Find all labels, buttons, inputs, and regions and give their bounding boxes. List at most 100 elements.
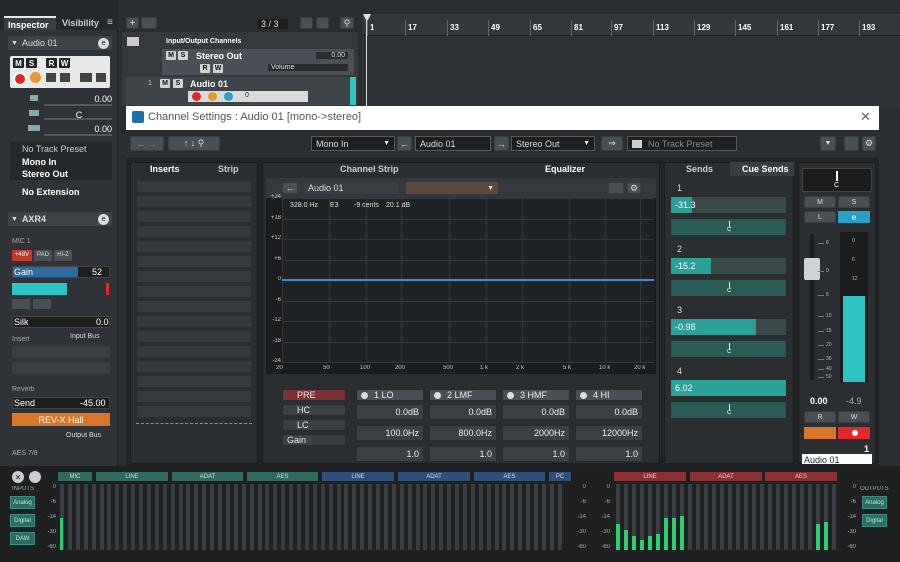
eq-band-q[interactable]: 1.0 [429,446,497,462]
eq-band-header[interactable]: 4 HI [575,389,643,401]
hiz-button[interactable]: HI-Z [54,250,72,261]
read-button[interactable]: R [46,58,57,68]
eq-band-header[interactable]: 1 LO [356,389,424,401]
send-level-slider[interactable]: 6.02 [670,379,787,397]
fader-solo-button[interactable]: S [838,196,870,208]
insert-slot[interactable] [136,255,252,268]
input-select-button[interactable]: Analog [10,496,35,509]
tab-inspector[interactable]: Inspector [4,16,56,30]
pan-slider[interactable] [44,118,112,120]
insert-slot[interactable] [136,225,252,238]
lane-icon[interactable] [80,73,92,82]
insert-slot[interactable] [136,315,252,328]
output-select-button[interactable]: Digital [862,514,887,527]
delay-value[interactable]: 0.00 [90,124,112,134]
timeline-ruler[interactable] [362,14,900,36]
fader-track[interactable] [810,234,814,380]
fader-write-button[interactable]: W [838,411,870,423]
power-icon[interactable] [507,391,514,399]
insert-slot[interactable] [136,210,252,223]
monitor-button[interactable] [208,92,217,101]
send-pan-slider[interactable]: C [670,279,787,297]
insert-slot[interactable] [136,180,252,193]
close-icon[interactable]: ✕ [12,471,24,483]
eq-band-freq[interactable]: 100.0Hz [356,425,424,441]
eq-band-q[interactable]: 1.0 [575,446,643,462]
insert-slot[interactable] [136,285,252,298]
output-routing-select[interactable]: Stereo Out ▼ [511,136,595,151]
track-header[interactable]: ▼ Audio 01 e [8,36,112,50]
eq-band-freq[interactable]: 2000Hz [502,425,570,441]
list-button[interactable] [316,17,329,29]
phantom-48v-button[interactable]: +48V [12,250,32,261]
gain-control[interactable]: Gain [282,434,346,446]
eq-settings-button[interactable]: ⚙ [627,182,641,194]
insert-slot[interactable] [136,345,252,358]
edit-channel-button[interactable]: e [838,211,870,223]
output-routing[interactable]: Stereo Out [22,169,102,179]
eq-band-gain[interactable]: 0.0dB [356,404,424,420]
record-button[interactable] [192,92,201,101]
fader-mute-button[interactable]: M [804,196,836,208]
hpf-button[interactable] [12,299,30,309]
insert-slot[interactable] [136,270,252,283]
automation-param[interactable]: Volume [268,64,348,71]
folder-track-name[interactable]: Input/Output Channels [166,38,241,45]
tab-visibility[interactable]: Visibility [62,18,102,30]
eq-back-button[interactable]: ← [282,182,298,194]
tab-equalizer[interactable]: Equalizer [545,164,585,174]
edit-icon[interactable]: e [98,213,109,225]
insert-slot[interactable] [136,405,252,418]
read-button[interactable]: R [200,64,210,73]
gear-icon[interactable]: ⚙ [862,136,876,151]
eq-band-q[interactable]: 1.0 [502,446,570,462]
record-enable-icon[interactable] [13,72,27,86]
solo-button[interactable]: S [26,58,37,68]
preset-menu-button[interactable]: ▼ [820,136,836,151]
fader-monitor-button[interactable] [804,427,836,439]
axr4-header[interactable]: ▼ AXR4 e [8,212,112,226]
timebase-icon[interactable] [60,73,70,82]
send-pan-slider[interactable]: C [670,340,787,358]
eq-band-q[interactable]: 1.0 [356,446,424,462]
power-icon[interactable] [434,391,441,399]
menu-icon[interactable]: ≡ [107,17,113,28]
edit-icon[interactable]: e [98,37,109,49]
hc-button[interactable]: HC [282,404,346,416]
window-settings-button[interactable] [844,136,859,151]
lock-icon[interactable] [46,73,56,82]
solo-button[interactable]: S [173,79,183,88]
fader-read-button[interactable]: R [804,411,836,423]
eq-band-header[interactable]: 2 LMF [429,389,497,401]
insert-slot[interactable] [136,360,252,373]
power-icon[interactable] [580,391,587,399]
pad-button[interactable]: PAD [34,250,52,261]
eq-band-gain[interactable]: 0.0dB [429,404,497,420]
power-icon[interactable] [361,391,368,399]
extension[interactable]: No Extension [22,187,102,197]
tab-sends[interactable]: Sends [686,164,713,174]
search-icon[interactable]: ⚲ [340,17,354,29]
solo-button[interactable]: S [178,51,188,60]
eq-band-gain[interactable]: 0.0dB [575,404,643,420]
track-preset[interactable]: No Track Preset [22,144,102,154]
send-level-slider[interactable]: -0.98 [670,318,787,336]
pre-button[interactable]: PRE [282,389,346,401]
monitor-icon[interactable] [30,72,41,83]
stereo-out-volume[interactable]: 0.00 [316,52,348,59]
tab-cue-sends[interactable]: Cue Sends [742,164,789,174]
input-routing-select[interactable]: Mono In ▼ [311,136,395,151]
fader-cap[interactable] [804,258,820,280]
listen-button[interactable]: L [804,211,836,223]
insert-slot[interactable] [136,195,252,208]
back-button[interactable]: ← → [130,136,164,151]
write-button[interactable]: W [59,58,70,68]
settings-icon[interactable] [96,73,106,82]
route-button[interactable]: ⇒ [601,136,623,151]
eq-band-header[interactable]: 3 HMF [502,389,570,401]
send-level-slider[interactable]: -31.3 [670,196,787,214]
output-select-button[interactable]: Analog [862,496,887,509]
volume-slider[interactable] [44,104,112,106]
insert-slot[interactable] [12,362,110,374]
input-select-button[interactable]: Digital [10,514,35,527]
